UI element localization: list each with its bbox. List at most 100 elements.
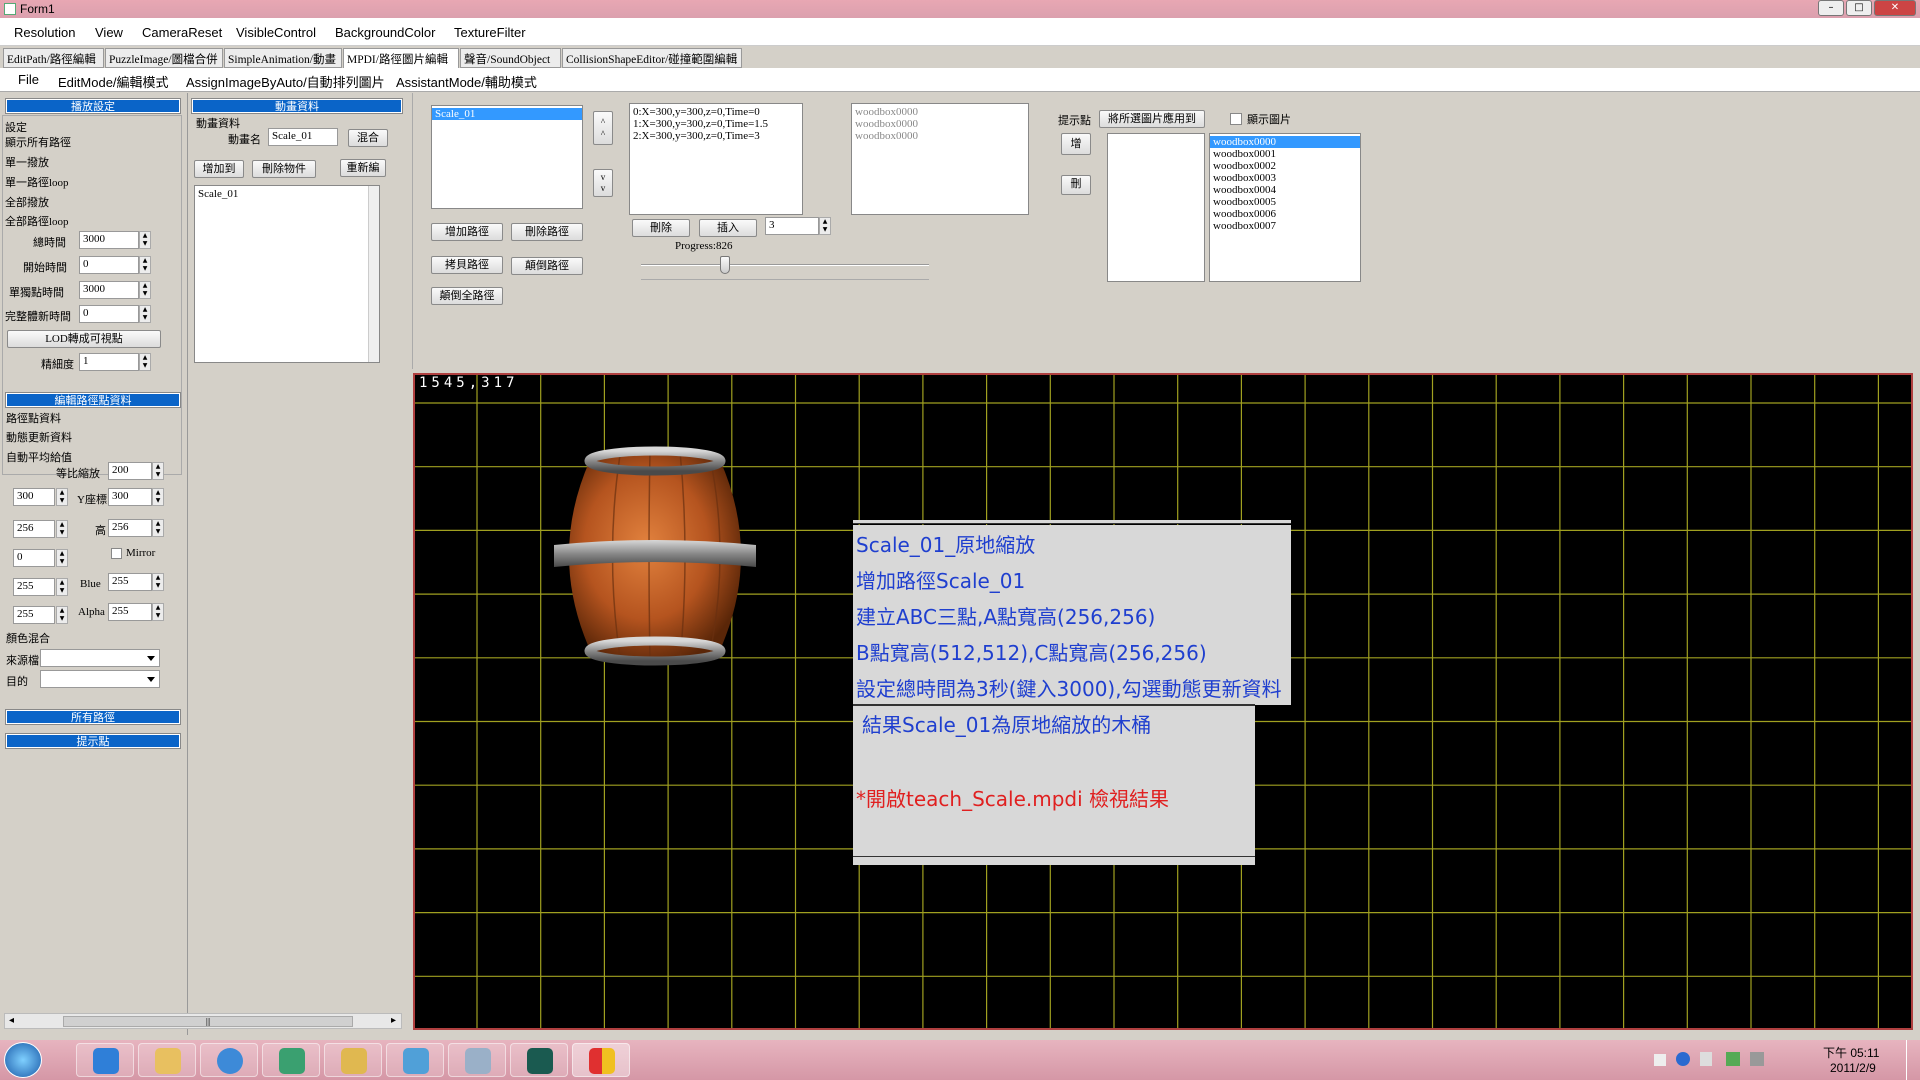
green-spinner[interactable]: ▲ ▼ (56, 606, 68, 624)
submenu-assign-image[interactable]: AssignImageByAuto/自動排列圖片 (186, 72, 385, 91)
width-spinner[interactable]: ▲ ▼ (56, 520, 68, 538)
point-list[interactable]: 0:X=300,y=300,z=0,Time=0 1:X=300,y=300,z… (629, 103, 803, 215)
show-image-checkbox[interactable] (1230, 113, 1242, 125)
insert-index-spinner[interactable]: ▲ ▼ (819, 217, 831, 235)
angle-input[interactable]: 0 (13, 549, 55, 567)
delete-point-button[interactable]: 刪除 (632, 219, 690, 237)
start-time-input[interactable]: 0 (79, 256, 139, 274)
alpha-input[interactable]: 255 (108, 603, 152, 621)
alpha-spinner[interactable]: ▲ ▼ (152, 603, 164, 621)
list-item[interactable]: woodbox0006 (1210, 208, 1360, 220)
radio-show-all-paths[interactable]: 顯示所有路徑 (5, 134, 71, 150)
mix-button[interactable]: 混合 (348, 129, 388, 147)
list-item[interactable]: woodbox0000 (852, 118, 1028, 130)
auto-average-checkbox[interactable]: 自動平均給值 (6, 449, 72, 465)
height-input[interactable]: 256 (108, 519, 152, 537)
radio-single-play[interactable]: 單一撥放 (5, 154, 49, 170)
move-up-button[interactable]: ^ ^ (593, 111, 613, 145)
tab-sound-object[interactable]: 聲音/SoundObject (460, 48, 561, 68)
source-blend-select[interactable] (40, 649, 160, 667)
green-input[interactable]: 255 (13, 606, 55, 624)
feather-app-icon[interactable] (262, 1043, 320, 1077)
left-horizontal-scrollbar[interactable]: ◂ ||| ▸ (4, 1013, 402, 1029)
list-item[interactable]: woodbox0007 (1210, 220, 1360, 232)
network-icon[interactable] (1700, 1052, 1712, 1066)
precision-spinner[interactable]: ▲ ▼ (139, 353, 151, 371)
whole-update-spinner[interactable]: ▲ ▼ (139, 305, 151, 323)
angle-spinner[interactable]: ▲ ▼ (56, 549, 68, 567)
system-tray[interactable] (1640, 1052, 1810, 1068)
start-time-spinner[interactable]: ▲ ▼ (139, 256, 151, 274)
add-to-button[interactable]: 增加到 (194, 160, 244, 178)
image-list[interactable]: woodbox0000 woodbox0001 woodbox0002 wood… (1209, 133, 1361, 282)
scroll-left-arrow-icon[interactable]: ◂ (9, 1015, 14, 1026)
internet-explorer-icon[interactable] (76, 1043, 134, 1077)
reverse-all-paths-button[interactable]: 顛倒全路徑 (431, 287, 503, 305)
hint-point-list[interactable] (1107, 133, 1205, 282)
animation-data-header[interactable]: 動畫資料 (191, 98, 403, 114)
list-item[interactable]: woodbox0002 (1210, 160, 1360, 172)
total-time-input[interactable]: 3000 (79, 231, 139, 249)
scroll-thumb[interactable]: ||| (63, 1016, 353, 1027)
mirror-checkbox[interactable] (111, 548, 122, 559)
list-item[interactable]: woodbox0000 (852, 130, 1028, 142)
wooden-barrel-sprite[interactable] (550, 445, 760, 667)
blue-input[interactable]: 255 (108, 573, 152, 591)
blue-spinner[interactable]: ▲ ▼ (152, 573, 164, 591)
edit-point-header[interactable]: 編輯路徑點資料 (5, 392, 181, 408)
all-paths-header[interactable]: 所有路徑 (5, 709, 181, 725)
list-item[interactable]: 1:X=300,y=300,z=0,Time=1.5 (630, 118, 802, 130)
delete-object-button[interactable]: 刪除物件 (252, 160, 316, 178)
apply-selected-image-button[interactable]: 將所選圖片應用到 (1099, 110, 1205, 128)
animation-list[interactable]: Scale_01 (194, 185, 380, 363)
keyboard-icon[interactable] (1654, 1054, 1666, 1066)
x-input[interactable]: 300 (13, 488, 55, 506)
slider-thumb[interactable] (719, 256, 730, 274)
red-input[interactable]: 255 (13, 578, 55, 596)
app-3d-icon[interactable] (510, 1043, 568, 1077)
move-down-button[interactable]: vv (593, 169, 613, 197)
tab-collision-shape[interactable]: CollisionShapeEditor/碰撞範圍編輯 (562, 48, 742, 68)
tab-puzzle-image[interactable]: PuzzleImage/圖檔合併 (105, 48, 223, 68)
tab-simple-animation[interactable]: SimpleAnimation/動畫 (224, 48, 342, 68)
total-time-spinner[interactable]: ▲ ▼ (139, 231, 151, 249)
list-item[interactable]: 0:X=300,y=300,z=0,Time=0 (630, 106, 802, 118)
uniform-scale-input[interactable]: 200 (108, 462, 152, 480)
close-button[interactable]: ✕ (1874, 0, 1916, 16)
active-form-window-icon[interactable] (572, 1043, 630, 1077)
list-item[interactable]: woodbox0004 (1210, 184, 1360, 196)
uniform-scale-spinner[interactable]: ▲ ▼ (152, 462, 164, 480)
destination-blend-select[interactable] (40, 670, 160, 688)
hint-points-header[interactable]: 提示點 (5, 733, 181, 749)
delete-hint-button[interactable]: 刪 (1061, 175, 1091, 195)
menu-texture-filter[interactable]: TextureFilter (454, 25, 526, 40)
list-item[interactable]: woodbox0001 (1210, 148, 1360, 160)
globe-app-icon[interactable] (200, 1043, 258, 1077)
list-item[interactable]: 2:X=300,y=300,z=0,Time=3 (630, 130, 802, 142)
show-desktop-button[interactable] (1906, 1040, 1920, 1080)
insert-index-input[interactable]: 3 (765, 217, 819, 235)
calculator-icon[interactable] (448, 1043, 506, 1077)
radio-play-all[interactable]: 全部撥放 (5, 194, 49, 210)
play-settings-header[interactable]: 播放設定 (5, 98, 181, 114)
whole-update-input[interactable]: 0 (79, 305, 139, 323)
menu-background-color[interactable]: BackgroundColor (335, 25, 435, 40)
tab-edit-path[interactable]: EditPath/路徑編輯 (3, 48, 104, 68)
delete-path-button[interactable]: 刪除路徑 (511, 223, 583, 241)
submenu-file[interactable]: File (18, 72, 39, 87)
list-item[interactable]: Scale_01 (432, 108, 582, 120)
path-list[interactable]: Scale_01 (431, 105, 583, 209)
height-spinner[interactable]: ▲ ▼ (152, 519, 164, 537)
submenu-edit-mode[interactable]: EditMode/編輯模式 (58, 72, 169, 91)
menu-camera-reset[interactable]: CameraReset (142, 25, 222, 40)
used-images-list[interactable]: woodbox0000 woodbox0000 woodbox0000 (851, 103, 1029, 215)
menu-view[interactable]: View (95, 25, 123, 40)
add-path-button[interactable]: 增加路徑 (431, 223, 503, 241)
rename-button[interactable]: 重新編 (340, 159, 386, 177)
submenu-assistant-mode[interactable]: AssistantMode/輔助模式 (396, 72, 537, 91)
scroll-right-arrow-icon[interactable]: ▸ (391, 1015, 396, 1026)
people-app-icon[interactable] (386, 1043, 444, 1077)
red-spinner[interactable]: ▲ ▼ (56, 578, 68, 596)
y-spinner[interactable]: ▲ ▼ (152, 488, 164, 506)
menu-visible-control[interactable]: VisibleControl (236, 25, 316, 40)
